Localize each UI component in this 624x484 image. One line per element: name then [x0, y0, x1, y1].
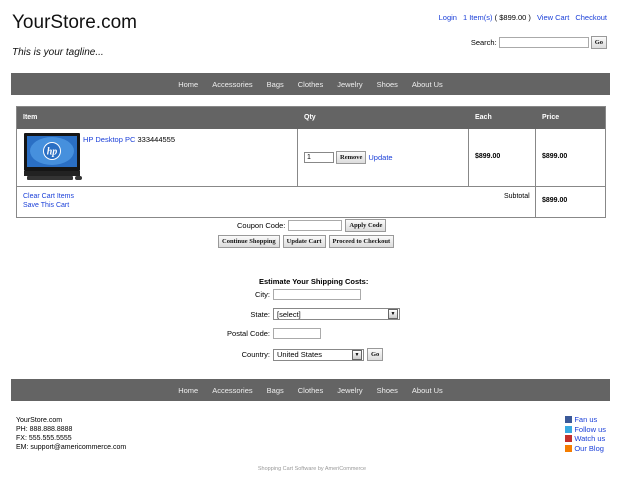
- youtube-label: Watch us: [574, 434, 606, 443]
- chevron-down-icon: ▼: [352, 349, 362, 360]
- column-qty: Qty: [304, 114, 316, 121]
- nav-accessories[interactable]: Accessories: [205, 80, 259, 89]
- city-input[interactable]: [273, 289, 361, 300]
- footer-nav-home[interactable]: Home: [171, 386, 205, 395]
- state-label: State:: [250, 309, 270, 319]
- twitter-label: Follow us: [574, 424, 606, 434]
- facebook-icon: [565, 416, 573, 424]
- country-label: Country:: [241, 350, 270, 359]
- rss-icon: [565, 444, 573, 452]
- footer-company: YourStore.com: [16, 417, 63, 424]
- cart-items-link[interactable]: 1 Item(s): [463, 13, 493, 22]
- update-cart-button[interactable]: Update Cart: [282, 235, 326, 248]
- country-row: Country: United States ▼ Go: [200, 348, 384, 361]
- table-row: hp HP Desktop PC 333444555 Remove Update…: [17, 129, 605, 187]
- footer-credit[interactable]: Shopping Cart Software by AmeriCommerce: [0, 466, 624, 472]
- update-link[interactable]: Update: [368, 153, 392, 162]
- state-select[interactable]: [select] ▼: [273, 308, 400, 320]
- search-label: Search:: [470, 38, 497, 47]
- continue-shopping-button[interactable]: Continue Shopping: [218, 235, 280, 248]
- column-price: Price: [542, 114, 560, 121]
- nav-about-us[interactable]: About Us: [405, 80, 450, 89]
- state-row: State: [select] ▼: [200, 308, 400, 320]
- clear-cart-link[interactable]: Clear Cart Items: [23, 193, 74, 200]
- item-each-price: $899.00: [475, 153, 501, 160]
- footer-contact: YourStore.com PH: 888.888.8888 FX: 555.5…: [16, 416, 126, 452]
- cart-header-row: Item Qty Each Price: [17, 107, 605, 129]
- footer-nav-bags[interactable]: Bags: [260, 386, 291, 395]
- postal-row: Postal Code:: [200, 328, 321, 339]
- remove-button[interactable]: Remove: [336, 151, 367, 164]
- shipping-title: Estimate Your Shipping Costs:: [259, 277, 369, 286]
- facebook-link[interactable]: Fan us: [565, 415, 606, 425]
- shipping-go-button[interactable]: Go: [367, 348, 384, 361]
- product-image[interactable]: hp: [24, 133, 82, 181]
- coupon-label: Coupon Code:: [237, 221, 286, 230]
- subtotal-value: $899.00: [542, 197, 568, 204]
- city-row: City:: [200, 289, 370, 300]
- product-name-link[interactable]: HP Desktop PC: [83, 135, 135, 144]
- nav-clothes[interactable]: Clothes: [291, 80, 330, 89]
- twitter-link[interactable]: Follow us: [565, 425, 606, 435]
- cart-total: ( $899.00 ): [494, 13, 531, 22]
- blog-label: Our Blog: [574, 443, 604, 453]
- chevron-down-icon: ▼: [388, 309, 398, 319]
- item-total-price: $899.00: [542, 153, 568, 160]
- coupon-row: Coupon Code: Apply Code: [237, 219, 387, 232]
- nav-home[interactable]: Home: [171, 80, 205, 89]
- cart-summary: 1 Item(s) ( $899.00 ): [463, 13, 531, 22]
- footer-phone: PH: 888.888.8888: [16, 426, 73, 433]
- cart-actions: Continue Shopping Update Cart Proceed to…: [218, 235, 395, 248]
- search-button[interactable]: Go: [590, 36, 607, 49]
- youtube-icon: [565, 435, 573, 443]
- city-label: City:: [255, 290, 270, 299]
- country-value: United States: [277, 350, 323, 359]
- cart-footer-row: Clear Cart Items Save This Cart Subtotal…: [17, 187, 605, 217]
- footer-nav-accessories[interactable]: Accessories: [205, 386, 259, 395]
- postal-code-input[interactable]: [273, 328, 321, 339]
- facebook-label: Fan us: [574, 415, 598, 424]
- column-each: Each: [475, 114, 492, 121]
- login-link[interactable]: Login: [439, 13, 457, 22]
- country-select[interactable]: United States ▼: [273, 348, 364, 361]
- account-links: Login 1 Item(s) ( $899.00 ) View Cart Ch…: [439, 13, 607, 22]
- cart-table: Item Qty Each Price hp HP Desktop PC 333…: [16, 106, 606, 218]
- postal-label: Postal Code:: [227, 329, 270, 338]
- footer-fax: FX: 555.555.5555: [16, 435, 72, 442]
- product-title: HP Desktop PC 333444555: [83, 135, 175, 144]
- store-name[interactable]: YourStore.com: [12, 12, 137, 34]
- column-item: Item: [23, 114, 38, 121]
- search-input[interactable]: [498, 37, 589, 48]
- nav-jewelry[interactable]: Jewelry: [330, 80, 369, 89]
- product-sku: 333444555: [137, 135, 176, 144]
- main-nav: Home Accessories Bags Clothes Jewelry Sh…: [11, 73, 610, 95]
- footer-nav-about-us[interactable]: About Us: [405, 386, 450, 395]
- footer-nav-jewelry[interactable]: Jewelry: [330, 386, 369, 395]
- state-value: [select]: [277, 309, 301, 319]
- footer-email: EM: support@americommerce.com: [16, 444, 127, 451]
- social-links: Fan us Follow us Watch us Our Blog: [565, 415, 606, 453]
- footer-nav-clothes[interactable]: Clothes: [291, 386, 330, 395]
- blog-link[interactable]: Our Blog: [565, 444, 606, 454]
- tagline: This is your tagline...: [12, 47, 104, 58]
- svg-text:hp: hp: [47, 147, 58, 158]
- subtotal-label: Subtotal: [504, 193, 530, 200]
- twitter-icon: [565, 425, 573, 433]
- quantity-input[interactable]: [304, 152, 334, 163]
- checkout-link[interactable]: Checkout: [575, 13, 607, 22]
- nav-bags[interactable]: Bags: [260, 80, 291, 89]
- youtube-link[interactable]: Watch us: [565, 434, 606, 444]
- footer-nav: Home Accessories Bags Clothes Jewelry Sh…: [11, 379, 610, 401]
- nav-shoes[interactable]: Shoes: [370, 80, 405, 89]
- apply-code-button[interactable]: Apply Code: [345, 219, 387, 232]
- save-cart-link[interactable]: Save This Cart: [23, 202, 69, 209]
- search-bar: Search: Go: [471, 36, 607, 49]
- qty-controls: Remove Update: [304, 151, 393, 164]
- coupon-input[interactable]: [288, 220, 343, 231]
- proceed-checkout-button[interactable]: Proceed to Checkout: [328, 235, 395, 248]
- view-cart-link[interactable]: View Cart: [537, 13, 569, 22]
- footer-nav-shoes[interactable]: Shoes: [370, 386, 405, 395]
